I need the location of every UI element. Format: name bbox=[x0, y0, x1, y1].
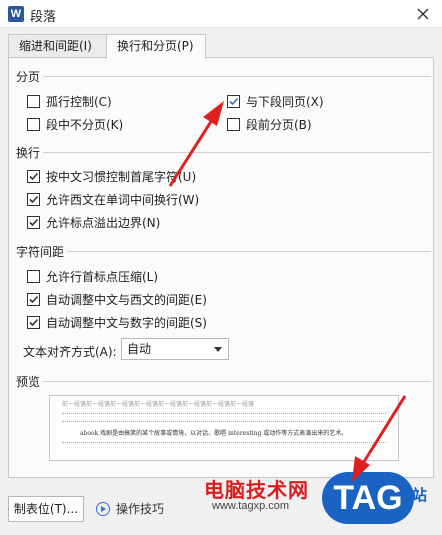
checkbox-label: 允许西文在单词中间换行(W) bbox=[46, 193, 200, 207]
widow-control-checkbox[interactable]: 孤行控制(C) bbox=[27, 93, 112, 110]
tab-panel: 分页 孤行控制(C) 与下段同页(X) 段中不分页(K) 段前分页(B) 换行 … bbox=[8, 57, 434, 478]
section-line-break: 换行 bbox=[16, 144, 40, 161]
checkbox-label: 孤行控制(C) bbox=[46, 95, 112, 109]
checkbox-box bbox=[27, 170, 40, 183]
play-circle-icon bbox=[96, 501, 110, 516]
punctuation-overflow-checkbox[interactable]: 允许标点溢出边界(N) bbox=[27, 214, 160, 231]
checkbox-box bbox=[27, 95, 40, 108]
checkbox-label: 自动调整中文与数字的间距(S) bbox=[46, 316, 207, 330]
tips-label: 操作技巧 bbox=[116, 502, 165, 516]
preview-line bbox=[62, 442, 386, 446]
close-icon bbox=[417, 8, 429, 20]
close-button[interactable] bbox=[412, 3, 434, 25]
section-title-preview: 预览 bbox=[16, 375, 41, 389]
checkbox-box bbox=[27, 216, 40, 229]
checkbox-label: 按中文习惯控制首尾字符(U) bbox=[46, 170, 197, 184]
checkmark-icon bbox=[29, 295, 39, 304]
section-title-line-break: 换行 bbox=[16, 146, 41, 160]
checkmark-icon bbox=[29, 218, 39, 227]
tab-stops-button[interactable]: 制表位(T)... bbox=[8, 496, 84, 522]
keep-lines-together-checkbox[interactable]: 段中不分页(K) bbox=[27, 116, 123, 133]
compress-punct-checkbox[interactable]: 允许行首标点压缩(L) bbox=[27, 268, 158, 285]
checkmark-icon bbox=[29, 195, 39, 204]
section-title-pagination: 分页 bbox=[16, 70, 41, 84]
checkbox-box bbox=[27, 293, 40, 306]
watermark-side-text: 站 bbox=[412, 486, 428, 504]
title-bar: W 段落 bbox=[0, 0, 442, 28]
checkmark-icon bbox=[229, 97, 239, 106]
tips-link[interactable]: 操作技巧 bbox=[96, 500, 164, 517]
preview-line bbox=[62, 413, 386, 417]
preview-prev-paragraph: 前一段落前一段落前一段落前一段落前一段落前一段落前一段落前一段落 bbox=[62, 401, 255, 408]
dropdown-arrow-icon bbox=[214, 347, 222, 352]
watermark-tag-logo: TAG bbox=[322, 472, 414, 524]
checkbox-label: 段中不分页(K) bbox=[46, 118, 124, 132]
section-title-char-spacing: 字符间距 bbox=[16, 245, 65, 259]
dialog-title: 段落 bbox=[30, 10, 57, 25]
western-word-break-checkbox[interactable]: 允许西文在单词中间换行(W) bbox=[27, 191, 199, 208]
checkmark-icon bbox=[29, 172, 39, 181]
checkbox-box bbox=[227, 118, 240, 131]
section-preview: 预览 bbox=[16, 373, 40, 390]
text-align-select[interactable]: 自动 bbox=[121, 338, 229, 360]
page-break-before-checkbox[interactable]: 段前分页(B) bbox=[227, 116, 312, 133]
checkbox-label: 允许标点溢出边界(N) bbox=[46, 216, 161, 230]
preview-sample-text: abook 戏剧是由搞笑的某个故事或情境，以对话、歌唱 interesting … bbox=[80, 430, 348, 437]
checkbox-box bbox=[27, 270, 40, 283]
auto-space-cn-en-checkbox[interactable]: 自动调整中文与西文的间距(E) bbox=[27, 291, 207, 308]
checkbox-box bbox=[27, 118, 40, 131]
section-char-spacing: 字符间距 bbox=[16, 243, 64, 260]
text-align-value: 自动 bbox=[127, 342, 152, 356]
checkbox-label: 允许行首标点压缩(L) bbox=[46, 270, 159, 284]
preview-line bbox=[62, 421, 386, 425]
checkbox-box bbox=[27, 316, 40, 329]
watermark-site-name: 电脑技术网 bbox=[204, 478, 309, 502]
keep-with-next-checkbox[interactable]: 与下段同页(X) bbox=[227, 93, 324, 110]
tab-indent-spacing[interactable]: 缩进和间距(I) bbox=[8, 34, 106, 58]
checkbox-label: 与下段同页(X) bbox=[246, 95, 324, 109]
chinese-line-rules-checkbox[interactable]: 按中文习惯控制首尾字符(U) bbox=[27, 168, 196, 185]
checkbox-label: 段前分页(B) bbox=[246, 118, 312, 132]
checkbox-label: 自动调整中文与西文的间距(E) bbox=[46, 293, 207, 307]
preview-area: 前一段落前一段落前一段落前一段落前一段落前一段落前一段落前一段落 abook 戏… bbox=[49, 395, 399, 461]
checkbox-box bbox=[227, 95, 240, 108]
tab-line-page-breaks[interactable]: 换行和分页(P) bbox=[106, 34, 206, 59]
text-align-label: 文本对齐方式(A): bbox=[23, 345, 117, 359]
checkbox-box bbox=[27, 193, 40, 206]
auto-space-cn-num-checkbox[interactable]: 自动调整中文与数字的间距(S) bbox=[27, 314, 207, 331]
wps-writer-icon: W bbox=[8, 6, 24, 22]
checkmark-icon bbox=[29, 318, 39, 327]
section-pagination: 分页 bbox=[16, 68, 40, 85]
watermark-url: www.tagxp.com bbox=[212, 500, 290, 512]
